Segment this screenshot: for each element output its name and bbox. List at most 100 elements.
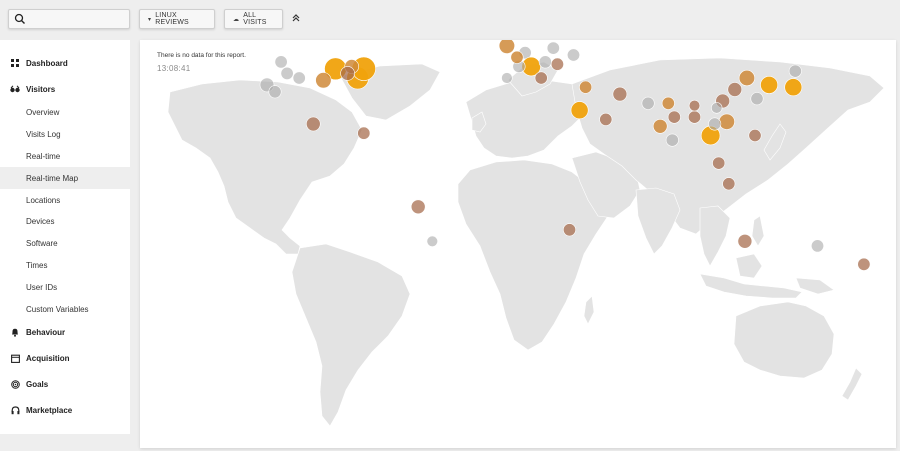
visit-marker[interactable] xyxy=(661,96,675,110)
visit-marker[interactable] xyxy=(498,40,515,54)
submenu-label: Real-time Map xyxy=(26,173,79,183)
visit-marker[interactable] xyxy=(599,112,613,126)
visit-marker[interactable] xyxy=(546,41,560,55)
visit-marker[interactable] xyxy=(274,55,288,69)
visit-marker[interactable] xyxy=(510,50,524,64)
visit-marker[interactable] xyxy=(750,92,764,106)
visit-marker[interactable] xyxy=(688,99,701,112)
visit-marker[interactable] xyxy=(570,101,589,120)
menu-marketplace[interactable]: Marketplace xyxy=(0,398,130,424)
visit-marker[interactable] xyxy=(784,78,803,97)
visit-marker[interactable] xyxy=(712,156,726,170)
visit-marker[interactable] xyxy=(501,72,513,84)
visit-marker[interactable] xyxy=(687,110,701,124)
southeast-asia-shape xyxy=(699,205,731,267)
menu-visitors-label: Visitors xyxy=(26,84,56,94)
submenu-label: Overview xyxy=(26,108,60,118)
visit-marker[interactable] xyxy=(550,57,564,71)
visit-marker[interactable] xyxy=(579,80,593,94)
segment-icon: ☁ xyxy=(233,16,240,23)
visit-marker[interactable] xyxy=(641,96,655,110)
submenu-visits-log[interactable]: Visits Log xyxy=(0,124,130,146)
visit-marker[interactable] xyxy=(665,133,679,147)
visit-marker[interactable] xyxy=(410,199,426,215)
visit-marker[interactable] xyxy=(737,234,753,249)
visit-marker[interactable] xyxy=(538,55,552,69)
submenu-real-time[interactable]: Real-time xyxy=(0,146,130,168)
submenu-times[interactable]: Times xyxy=(0,255,130,277)
south-america-shape xyxy=(291,243,411,427)
collapse-toggle[interactable] xyxy=(290,11,302,25)
menu-marketplace-label: Marketplace xyxy=(26,406,73,416)
new-guinea-shape xyxy=(795,277,835,295)
double-chevron-up-icon xyxy=(292,14,300,22)
segment-selector[interactable]: ☁ ALL VISITS xyxy=(224,9,283,29)
submenu-user-ids[interactable]: User IDs xyxy=(0,276,130,298)
submenu-overview[interactable]: Overview xyxy=(0,102,130,124)
visit-marker[interactable] xyxy=(722,177,736,191)
visit-marker[interactable] xyxy=(727,82,743,97)
visit-marker[interactable] xyxy=(562,223,576,237)
menu-goals[interactable]: Goals xyxy=(0,372,130,398)
submenu-locations[interactable]: Locations xyxy=(0,189,130,211)
menu-behaviour[interactable]: Behaviour xyxy=(0,320,130,346)
submenu-custom-variables[interactable]: Custom Variables xyxy=(0,298,130,320)
realtime-clock: 13:08:41 xyxy=(157,64,191,73)
visit-marker[interactable] xyxy=(760,76,779,94)
visit-marker[interactable] xyxy=(718,113,735,130)
sidebar: Dashboard Visitors Overview Visits Log R… xyxy=(0,40,130,434)
visit-marker[interactable] xyxy=(566,48,580,62)
submenu-label: Software xyxy=(26,239,58,249)
realtime-map-panel: There is no data for this report. 13:08:… xyxy=(140,40,896,448)
menu-acquisition-label: Acquisition xyxy=(26,354,70,364)
site-selector-label: LINUX REVIEWS xyxy=(155,12,189,26)
menu-behaviour-label: Behaviour xyxy=(26,328,66,338)
philippines-shape xyxy=(751,215,765,247)
visit-marker[interactable] xyxy=(788,64,802,78)
visit-marker[interactable] xyxy=(612,86,628,102)
menu-dashboard[interactable]: Dashboard xyxy=(0,50,130,76)
site-selector[interactable]: ▾ LINUX REVIEWS xyxy=(139,9,215,29)
submenu-label: Locations xyxy=(26,195,61,205)
search-input[interactable] xyxy=(8,9,130,29)
visit-marker[interactable] xyxy=(652,119,668,134)
visit-marker[interactable] xyxy=(857,257,871,271)
submenu-label: Custom Variables xyxy=(26,304,89,314)
visit-marker[interactable] xyxy=(810,239,824,253)
visit-marker[interactable] xyxy=(340,66,355,81)
visit-marker[interactable] xyxy=(534,71,548,85)
visit-marker[interactable] xyxy=(357,126,371,140)
borneo-shape xyxy=(735,253,763,279)
submenu-software[interactable]: Software xyxy=(0,233,130,255)
headset-icon xyxy=(10,406,20,416)
glasses-icon xyxy=(10,84,20,94)
visit-marker[interactable] xyxy=(738,69,756,87)
visit-marker[interactable] xyxy=(708,117,722,131)
submenu-label: User IDs xyxy=(26,282,58,292)
top-bar: ▾ LINUX REVIEWS ☁ ALL VISITS xyxy=(0,0,900,40)
visit-marker[interactable] xyxy=(280,66,294,80)
menu-goals-label: Goals xyxy=(26,380,49,390)
submenu-label: Visits Log xyxy=(26,130,61,140)
australia-shape xyxy=(733,301,835,379)
visit-marker[interactable] xyxy=(268,85,282,99)
visit-marker[interactable] xyxy=(710,102,723,114)
visit-marker[interactable] xyxy=(426,235,438,248)
visit-marker[interactable] xyxy=(292,71,306,85)
menu-visitors[interactable]: Visitors xyxy=(0,76,130,102)
visit-marker[interactable] xyxy=(306,116,321,132)
submenu-label: Real-time xyxy=(26,151,61,161)
india-shape xyxy=(635,187,681,255)
submenu-real-time-map[interactable]: Real-time Map xyxy=(0,167,130,190)
land-layer xyxy=(167,57,885,427)
visit-marker[interactable] xyxy=(748,129,762,143)
grid-icon xyxy=(10,58,20,68)
segment-selector-label: ALL VISITS xyxy=(243,12,267,26)
north-america-shape xyxy=(167,79,363,255)
menu-acquisition[interactable]: Acquisition xyxy=(0,346,130,372)
target-icon xyxy=(10,380,20,390)
visit-marker[interactable] xyxy=(315,72,332,89)
world-map[interactable] xyxy=(140,40,896,448)
submenu-devices[interactable]: Devices xyxy=(0,211,130,233)
visit-marker[interactable] xyxy=(667,110,681,124)
